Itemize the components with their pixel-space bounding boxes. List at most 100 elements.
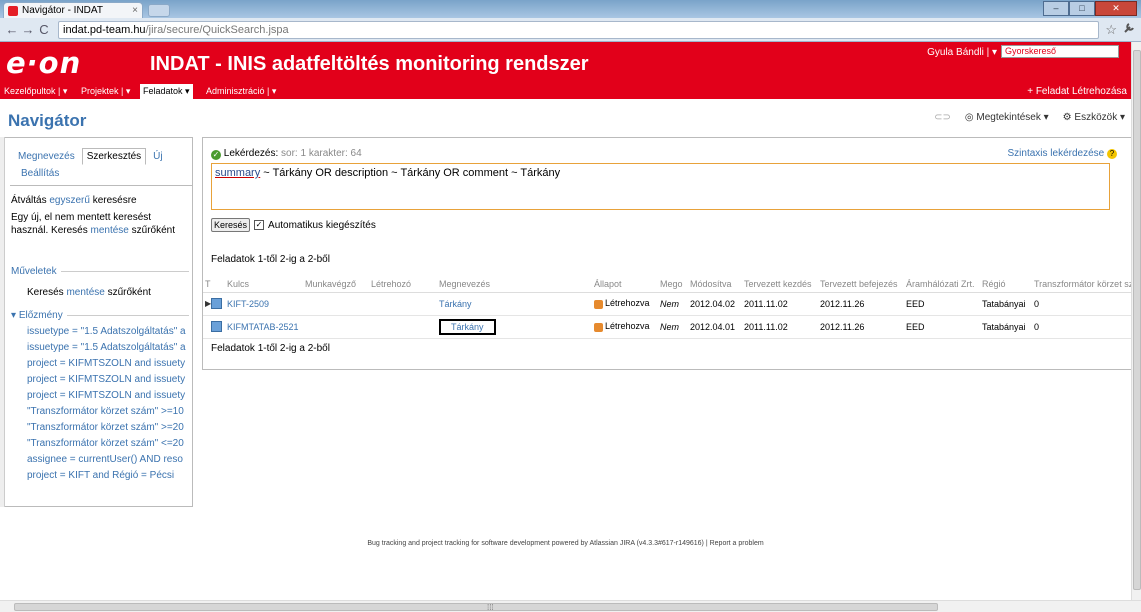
history-item[interactable]: project = KIFMTSZOLN and issuety [27,374,190,385]
results-header-row: T Kulcs Munkavégző Létrehozó Megnevezés … [203,277,1138,293]
bookmark-star-icon[interactable]: ☆ [1105,22,1117,38]
reporter-cell [369,292,437,316]
menu-projects[interactable]: Projektek | ▾ [81,86,130,97]
history-item[interactable]: project = KIFMTSZOLN and issuety [27,358,190,369]
issue-key-link[interactable]: KIFT-2509 [225,292,303,316]
history-item[interactable]: assignee = currentUser() AND reso [27,454,190,465]
col-header[interactable]: Módosítva [688,277,742,293]
vertical-scrollbar[interactable] [1131,42,1141,600]
col-header[interactable]: Tervezett befejezés [818,277,904,293]
assignee-cell [303,292,369,316]
planned-start-cell: 2011.11.02 [742,315,818,339]
col-header[interactable]: Régió [980,277,1032,293]
col-header[interactable]: Létrehozó [369,277,437,293]
col-header[interactable]: Állapot [592,277,658,293]
planned-end-cell: 2012.11.26 [818,315,904,339]
valid-check-icon: ✓ [211,150,221,160]
horizontal-scrollbar[interactable]: ⁞⁞⁞ [0,600,1141,612]
col-header[interactable]: Megnevezés [437,277,592,293]
save-as-filter-link[interactable]: mentése [66,287,104,298]
autocomplete-checkbox[interactable]: ✓ [254,220,265,230]
save-search-link[interactable]: mentése [91,225,129,236]
history-heading[interactable]: ▾ Előzmény [11,310,189,321]
close-window-button[interactable]: ✕ [1095,1,1137,16]
menu-administration[interactable]: Adminisztráció | ▾ [206,86,276,97]
company-cell: EED [904,315,980,339]
col-header[interactable]: Kulcs [225,277,303,293]
history-item[interactable]: issuetype = "1.5 Adatszolgáltatás" a [27,326,190,337]
back-icon[interactable]: ← [4,22,20,37]
syntax-help-link[interactable]: Szintaxis lekérdezése ? [1008,148,1117,159]
resolution-cell: Nem [658,315,688,339]
wrench-icon[interactable] [1123,22,1137,37]
favicon-icon [8,5,18,16]
search-button[interactable]: Keresés [211,218,251,232]
history-item[interactable]: project = KIFMTSZOLN and issuety [27,390,190,401]
reporter-cell [369,315,437,339]
history-item[interactable]: project = KIFT and Régió = Pécsi [27,470,190,481]
url-host: indat.pd-team.hu [63,23,146,36]
url-input[interactable]: indat.pd-team.hu/jira/secure/QuickSearch… [58,20,1100,39]
table-row[interactable]: ▶ KIFT-2509 Tárkány Létrehozva Nem 2012.… [203,292,1138,316]
horizontal-scroll-thumb[interactable]: ⁞⁞⁞ [14,603,938,612]
main-menu: Kezelőpultok | ▾ Projektek | ▾ Feladatok… [0,84,1131,99]
address-bar: ← → C indat.pd-team.hu/jira/secure/Quick… [0,18,1141,42]
app-header: e·on INDAT - INIS adatfeltöltés monitori… [0,42,1131,84]
link-icon[interactable]: ⊂⊃ [934,112,951,123]
quick-search-input[interactable]: Gyorskereső [1001,45,1119,58]
region-cell: Tatabányai [980,292,1032,316]
query-meta: sor: 1 karakter: 64 [278,148,362,159]
browser-tab[interactable]: Navigátor - INDAT × [3,2,143,18]
tab-close-icon[interactable]: × [132,5,138,16]
results-count: Feladatok 1-től 2-ig a 2-ből [211,254,330,265]
app-title: INDAT - INIS adatfeltöltés monitoring re… [150,53,589,75]
company-cell: EED [904,292,980,316]
status-icon [594,322,603,332]
menu-issues[interactable]: Feladatok ▾ [140,84,193,99]
simple-search-link[interactable]: egyszerű [49,195,90,206]
save-as-filter-text: Keresés mentése szűrőként [27,287,151,298]
tools-menu[interactable]: ⚙ Eszközök ▾ [1063,112,1125,123]
issue-key-link[interactable]: KIFMTATAB-2521 [225,315,303,339]
new-tab-button[interactable] [148,4,170,17]
tab-summary[interactable]: Megnevezés [13,148,80,165]
history-item[interactable]: issuetype = "1.5 Adatszolgáltatás" a [27,342,190,353]
planned-end-cell: 2012.11.26 [818,292,904,316]
views-menu[interactable]: ◎ Megtekintések ▾ [965,112,1049,123]
forward-icon[interactable]: → [20,22,36,37]
vertical-scroll-thumb[interactable] [1133,50,1141,590]
col-header[interactable]: Tervezett kezdés [742,277,818,293]
maximize-button[interactable]: □ [1069,1,1095,16]
col-header[interactable]: Transzformátor körzet szám [1032,277,1138,293]
summary-link[interactable]: Tárkány [439,318,496,335]
col-header[interactable]: Áramhálózati Zrt. [904,277,980,293]
issue-type-icon [211,321,223,333]
minimize-button[interactable]: – [1043,1,1069,16]
eon-logo[interactable]: e·on [6,46,81,80]
col-header[interactable]: Mego [658,277,688,293]
reload-icon[interactable]: C [36,22,52,37]
col-header[interactable]: T [203,277,225,293]
status-cell: Létrehozva [592,292,658,316]
sidebar-divider [10,185,192,186]
results-table: T Kulcs Munkavégző Létrehozó Megnevezés … [203,277,1138,339]
issue-type-icon [211,298,223,310]
table-row[interactable]: ▶ KIFMTATAB-2521 Tárkány Létrehozva Nem … [203,315,1138,339]
menu-dashboards[interactable]: Kezelőpultok | ▾ [4,86,67,97]
page-title: Navigátor [8,111,87,130]
results-count-bottom: Feladatok 1-től 2-ig a 2-ből [211,343,330,354]
summary-link[interactable]: Tárkány [437,292,592,316]
tab-new[interactable]: Új [148,148,167,165]
settings-link[interactable]: Beállítás [21,168,59,179]
history-item[interactable]: "Transzformátor körzet szám" >=10 [27,406,190,417]
tab-edit[interactable]: Szerkesztés [81,148,147,165]
user-menu[interactable]: Gyula Bándli | ▾ [927,47,997,58]
help-icon[interactable]: ? [1107,149,1117,159]
assignee-cell [303,315,369,339]
page-toolbar: ⊂⊃ ◎ Megtekintések ▾ ⚙ Eszközök ▾ [934,112,1125,123]
history-item[interactable]: "Transzformátor körzet szám" >=20 [27,422,190,433]
col-header[interactable]: Munkavégző [303,277,369,293]
history-item[interactable]: "Transzformátor körzet szám" <=20 [27,438,190,449]
create-issue-link[interactable]: + Feladat Létrehozása [1027,86,1127,97]
jql-query-textarea[interactable]: summary ~ Tárkány OR description ~ Tárká… [211,163,1110,210]
